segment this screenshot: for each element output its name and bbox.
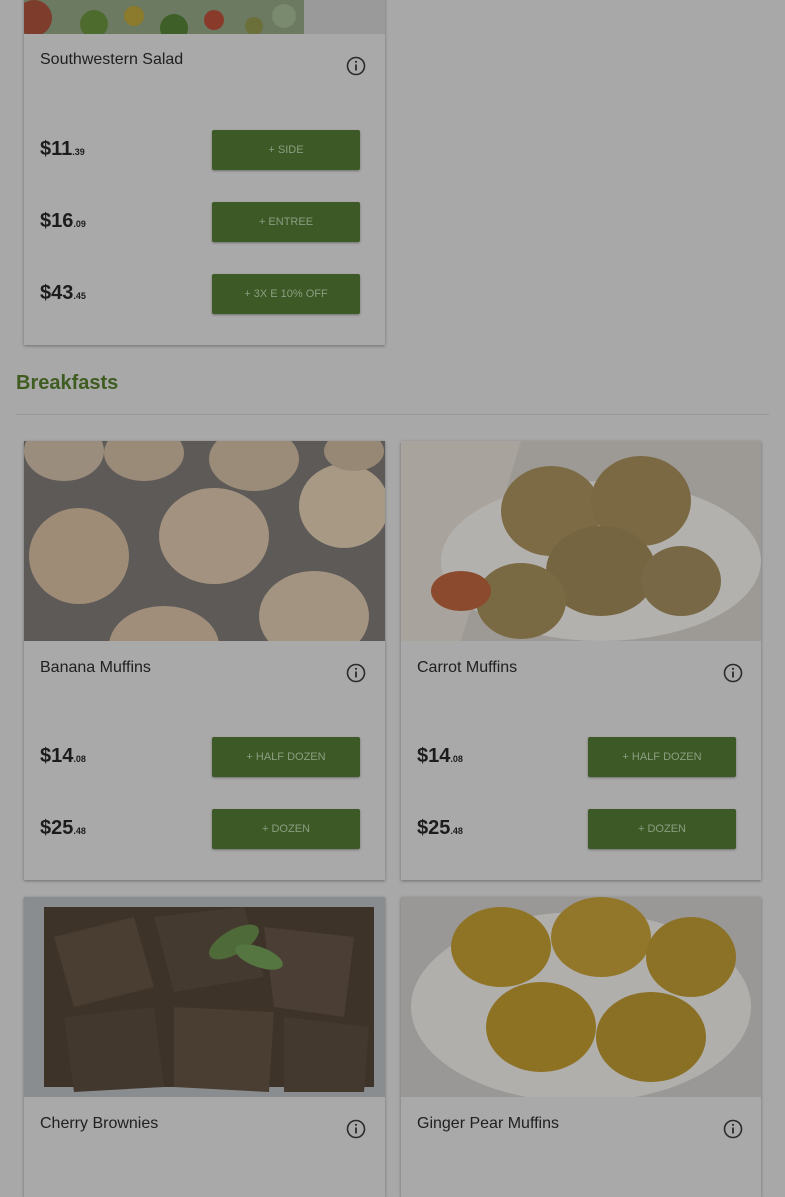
section-divider: [16, 414, 769, 415]
food-image-salad: [24, 0, 385, 34]
item-title: Banana Muffins: [40, 659, 151, 676]
menu-card-ginger-pear-muffins: Ginger Pear Muffins: [401, 897, 761, 1197]
price: $25.48: [40, 817, 86, 839]
price-option: $14.08 + HALF DOZEN: [40, 737, 360, 777]
menu-card-southwestern-salad: Southwestern Salad $11.39 + SIDE $16.09 …: [24, 0, 385, 345]
price-option: $16.09 + ENTREE: [40, 202, 360, 242]
add-entree-button[interactable]: + ENTREE: [212, 202, 360, 242]
add-dozen-button[interactable]: + DOZEN: [588, 809, 736, 849]
menu-card-cherry-brownies: Cherry Brownies: [24, 897, 385, 1197]
add-half-dozen-button[interactable]: + HALF DOZEN: [588, 737, 736, 777]
food-image-banana-muffins: [24, 441, 385, 641]
item-title: Ginger Pear Muffins: [417, 1115, 559, 1132]
info-icon[interactable]: [722, 662, 744, 684]
info-icon[interactable]: [722, 1118, 744, 1140]
add-3x-entree-button[interactable]: + 3X E 10% OFF: [212, 274, 360, 314]
item-title: Cherry Brownies: [40, 1115, 159, 1132]
price: $25.48: [417, 817, 463, 839]
price: $14.08: [40, 745, 86, 767]
price: $16.09: [40, 210, 86, 232]
food-image-cherry-brownies: [24, 897, 385, 1097]
food-image-ginger-pear-muffins: [401, 897, 761, 1097]
add-half-dozen-button[interactable]: + HALF DOZEN: [212, 737, 360, 777]
info-icon[interactable]: [345, 55, 367, 77]
item-title: Carrot Muffins: [417, 659, 518, 676]
price-option: $25.48 + DOZEN: [40, 809, 360, 849]
menu-card-banana-muffins: Banana Muffins $14.08 + HALF DOZEN $25.4…: [24, 441, 385, 880]
price-option: $14.08 + HALF DOZEN: [417, 737, 736, 777]
section-title-breakfasts: Breakfasts: [16, 372, 119, 394]
price-option: $25.48 + DOZEN: [417, 809, 736, 849]
menu-card-carrot-muffins: Carrot Muffins $14.08 + HALF DOZEN $25.4…: [401, 441, 761, 880]
price: $14.08: [417, 745, 463, 767]
price-option: $43.45 + 3X E 10% OFF: [40, 274, 360, 314]
item-title: Southwestern Salad: [40, 51, 184, 68]
add-side-button[interactable]: + SIDE: [212, 130, 360, 170]
add-dozen-button[interactable]: + DOZEN: [212, 809, 360, 849]
price-option: $11.39 + SIDE: [40, 130, 360, 170]
food-image-carrot-muffins: [401, 441, 761, 641]
info-icon[interactable]: [345, 1118, 367, 1140]
info-icon[interactable]: [345, 662, 367, 684]
price: $43.45: [40, 282, 86, 304]
price: $11.39: [40, 138, 85, 160]
